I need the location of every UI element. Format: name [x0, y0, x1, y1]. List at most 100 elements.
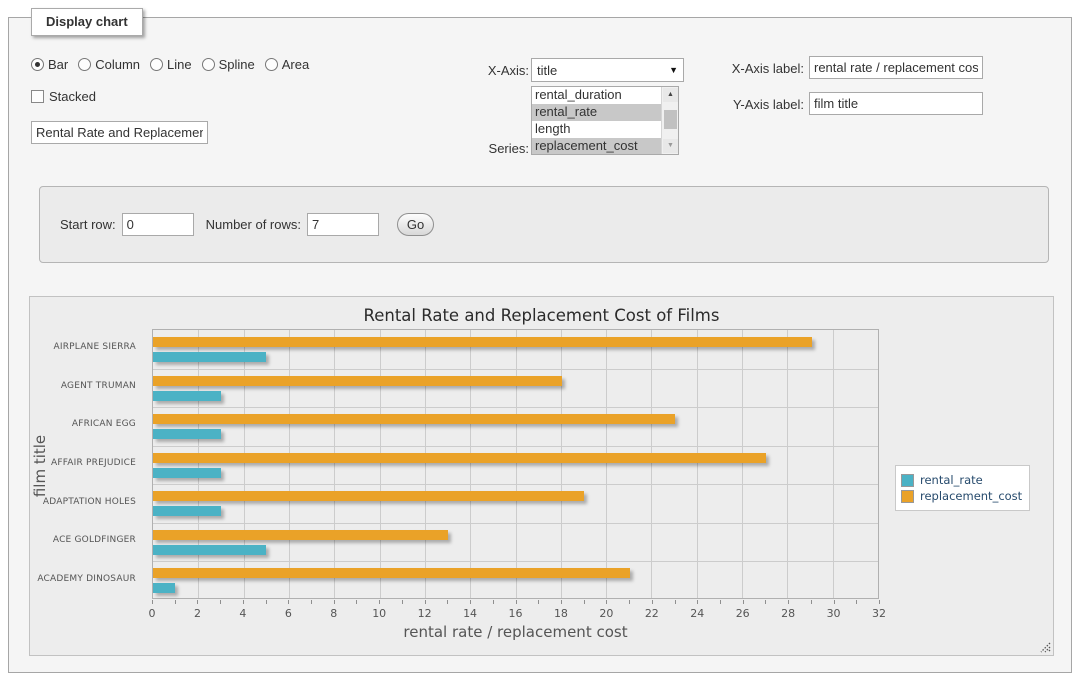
vertical-gridline — [697, 330, 698, 598]
category-label: AGENT TRUMAN — [30, 381, 136, 391]
tick-mark — [856, 600, 857, 604]
tick-label: 8 — [314, 607, 354, 620]
tick-label: 0 — [132, 607, 172, 620]
tick-label: 32 — [859, 607, 899, 620]
category-label: ACADEMY DINOSAUR — [30, 574, 136, 584]
radio-label: Spline — [219, 57, 255, 72]
tick-mark — [425, 600, 426, 604]
tick-label: 24 — [677, 607, 717, 620]
tick-label: 10 — [359, 607, 399, 620]
bar-rental_rate — [153, 429, 221, 439]
radio-label: Column — [95, 57, 140, 72]
bar-replacement_cost — [153, 568, 630, 578]
chart-type-radio-area[interactable]: Area — [265, 57, 309, 72]
chart-legend: rental_rate replacement_cost — [895, 465, 1030, 511]
tick-label: 4 — [223, 607, 263, 620]
series-list-label: Series: — [389, 141, 529, 156]
radio-icon[interactable] — [202, 58, 215, 71]
start-row-label: Start row: — [60, 217, 116, 232]
tick-mark — [652, 600, 653, 604]
radio-label: Area — [282, 57, 309, 72]
series-option-replacement_cost[interactable]: replacement_cost — [532, 138, 678, 155]
chart-title: Rental Rate and Replacement Cost of Film… — [30, 306, 1053, 325]
vertical-gridline — [244, 330, 245, 598]
legend-item: replacement_cost — [901, 489, 1022, 503]
bar-rental_rate — [153, 352, 266, 362]
start-row-input[interactable] — [122, 213, 194, 236]
chart-type-radio-column[interactable]: Column — [78, 57, 140, 72]
tick-label: 20 — [586, 607, 626, 620]
category-label: AIRPLANE SIERRA — [30, 342, 136, 352]
y-axis-label-input[interactable] — [809, 92, 983, 115]
vertical-gridline — [606, 330, 607, 598]
go-button[interactable]: Go — [397, 213, 434, 236]
bar-replacement_cost — [153, 376, 562, 386]
tick-mark — [356, 600, 357, 604]
x-axis-title: rental rate / replacement cost — [152, 623, 879, 641]
bar-replacement_cost — [153, 414, 675, 424]
bar-rental_rate — [153, 506, 221, 516]
vertical-gridline — [516, 330, 517, 598]
chart-title-input[interactable] — [31, 121, 208, 144]
vertical-gridline — [289, 330, 290, 598]
vertical-gridline — [742, 330, 743, 598]
radio-icon[interactable] — [78, 58, 91, 71]
legend-swatch-icon — [901, 490, 914, 503]
tick-label: 12 — [405, 607, 445, 620]
radio-icon[interactable] — [31, 58, 44, 71]
tick-label: 28 — [768, 607, 808, 620]
chart-type-radio-bar[interactable]: Bar — [31, 57, 68, 72]
stacked-checkbox-row: Stacked — [31, 89, 96, 104]
y-axis-label-label: Y-Axis label: — [649, 97, 804, 112]
horizontal-gridline — [153, 446, 878, 447]
x-axis-label-input[interactable] — [809, 56, 983, 79]
tick-label: 2 — [177, 607, 217, 620]
stacked-label: Stacked — [49, 89, 96, 104]
tick-mark — [879, 600, 880, 604]
tick-mark — [447, 600, 448, 604]
vertical-gridline — [198, 330, 199, 598]
horizontal-gridline — [153, 523, 878, 524]
chart-type-radio-spline[interactable]: Spline — [202, 57, 255, 72]
radio-icon[interactable] — [265, 58, 278, 71]
bar-rental_rate — [153, 583, 175, 593]
chart-container: Rental Rate and Replacement Cost of Film… — [29, 296, 1054, 656]
chart-type-radio-line[interactable]: Line — [150, 57, 192, 72]
series-option-length[interactable]: length — [532, 121, 678, 138]
tick-mark — [834, 600, 835, 604]
vertical-gridline — [561, 330, 562, 598]
tick-mark — [311, 600, 312, 604]
x-axis-select-value: title — [537, 63, 557, 78]
radio-icon[interactable] — [150, 58, 163, 71]
tick-mark — [243, 600, 244, 604]
tick-mark — [334, 600, 335, 604]
num-rows-input[interactable] — [307, 213, 379, 236]
x-axis-label-label: X-Axis label: — [649, 61, 804, 76]
category-label: ACE GOLDFINGER — [30, 535, 136, 545]
bar-rental_rate — [153, 545, 266, 555]
tick-mark — [720, 600, 721, 604]
bar-rental_rate — [153, 391, 221, 401]
tick-mark — [402, 600, 403, 604]
tick-mark — [152, 600, 153, 604]
horizontal-gridline — [153, 407, 878, 408]
tick-mark — [288, 600, 289, 604]
tick-mark — [470, 600, 471, 604]
stacked-checkbox[interactable] — [31, 90, 44, 103]
tick-mark — [266, 600, 267, 604]
vertical-gridline — [787, 330, 788, 598]
tick-mark — [765, 600, 766, 604]
resize-handle-icon[interactable] — [1040, 642, 1051, 653]
tick-mark — [788, 600, 789, 604]
tick-mark — [538, 600, 539, 604]
scrollbar-thumb[interactable] — [664, 110, 677, 129]
legend-item: rental_rate — [901, 473, 1022, 487]
legend-label: replacement_cost — [920, 489, 1022, 503]
tick-mark — [379, 600, 380, 604]
scroll-down-icon[interactable]: ▼ — [663, 139, 678, 153]
chart-type-radio-group: Bar Column Line Spline Area — [31, 57, 309, 72]
vertical-gridline — [470, 330, 471, 598]
plot-area — [152, 329, 879, 599]
vertical-gridline — [334, 330, 335, 598]
tick-mark — [584, 600, 585, 604]
